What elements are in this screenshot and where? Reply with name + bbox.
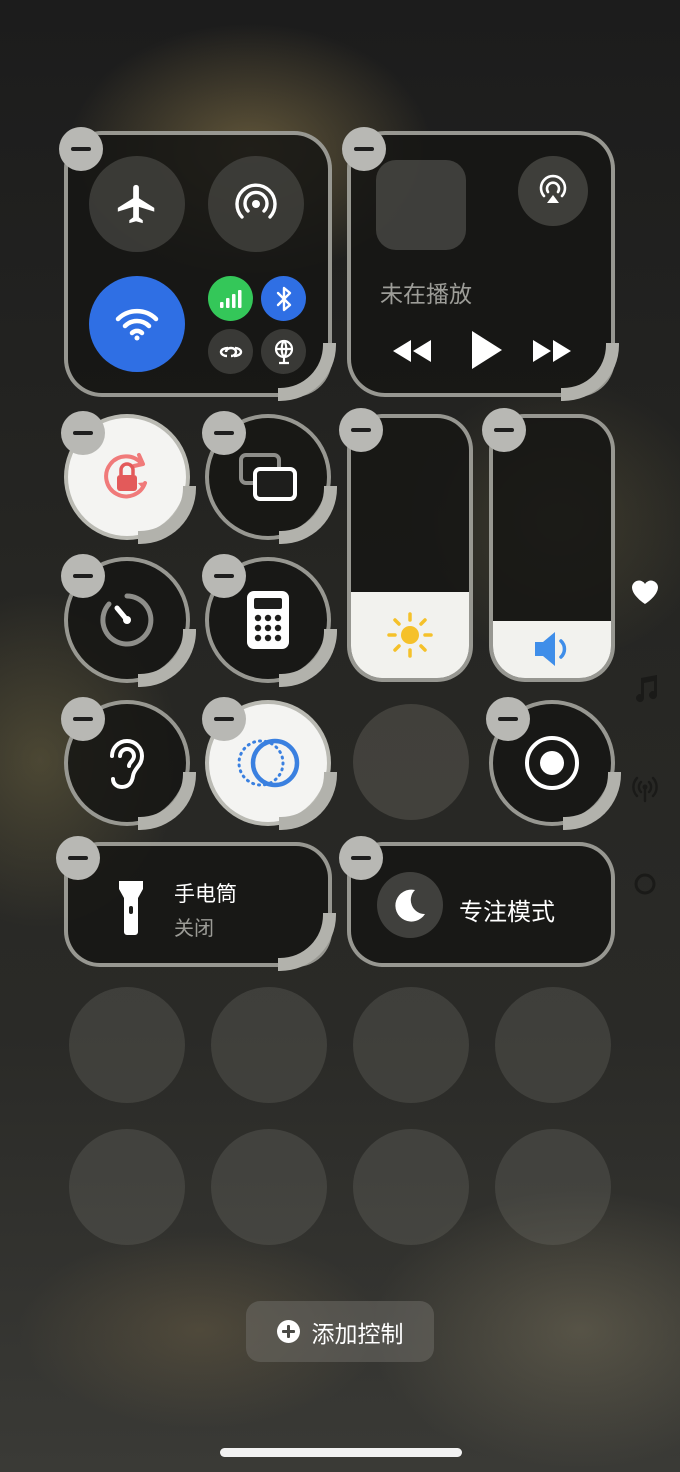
empty-control-slot[interactable] (353, 1129, 469, 1245)
music-note-icon (636, 675, 658, 703)
remove-timer-button[interactable] (61, 554, 105, 598)
remove-screen-mirroring-button[interactable] (202, 411, 246, 455)
page-music[interactable] (630, 674, 660, 704)
resize-handle[interactable] (561, 343, 619, 401)
flashlight-status: 关闭 (174, 916, 214, 940)
resize-handle[interactable] (279, 772, 337, 830)
circle-icon (634, 873, 656, 895)
brightness-slider[interactable] (347, 414, 473, 682)
page-favorites[interactable] (630, 576, 660, 606)
airplane-mode-button[interactable] (89, 156, 185, 252)
antenna-icon (632, 776, 658, 803)
remove-dark-mode-button[interactable] (202, 697, 246, 741)
cellular-data-button[interactable] (208, 276, 253, 321)
airplay-audio-icon (539, 174, 567, 203)
airdrop-button[interactable] (208, 156, 304, 252)
resize-handle[interactable] (279, 629, 337, 687)
now-playing-label: 未在播放 (380, 282, 472, 308)
resize-handle[interactable] (278, 913, 336, 971)
album-artwork (376, 160, 466, 250)
wifi-icon (115, 308, 159, 341)
remove-hearing-button[interactable] (61, 697, 105, 741)
cellular-signal-icon (219, 289, 241, 308)
add-control-label: 添加控制 (311, 1321, 404, 1348)
page-connectivity[interactable] (628, 773, 662, 803)
empty-control-slot[interactable] (69, 1129, 185, 1245)
airplane-icon (117, 184, 155, 224)
play-button[interactable] (468, 329, 504, 371)
resize-handle[interactable] (563, 772, 621, 830)
brightness-level-fill (351, 592, 469, 678)
wifi-button[interactable] (89, 276, 185, 372)
remove-volume-button[interactable] (482, 408, 526, 452)
remove-calculator-button[interactable] (202, 554, 246, 598)
remove-brightness-button[interactable] (339, 408, 383, 452)
focus-title: 专注模式 (459, 898, 555, 926)
flashlight-icon-wrap (116, 878, 146, 936)
resize-handle[interactable] (138, 772, 196, 830)
resize-handle[interactable] (278, 343, 336, 401)
rewind-button[interactable] (391, 335, 433, 367)
resize-handle[interactable] (138, 629, 196, 687)
rewind-icon (393, 340, 431, 362)
empty-control-slot[interactable] (69, 987, 185, 1103)
empty-control-slot[interactable] (211, 1129, 327, 1245)
plus-icon (276, 1320, 300, 1343)
volume-level-fill (493, 620, 611, 678)
resize-handle[interactable] (138, 486, 196, 544)
home-indicator[interactable] (220, 1448, 462, 1457)
empty-control-slot[interactable] (353, 704, 469, 820)
heart-icon (632, 580, 658, 604)
sun-icon (387, 612, 433, 658)
bluetooth-icon (276, 286, 291, 311)
remove-media-button[interactable] (342, 127, 386, 171)
empty-control-slot[interactable] (211, 987, 327, 1103)
add-control-button[interactable]: 添加控制 (246, 1301, 434, 1362)
remove-flashlight-button[interactable] (56, 836, 100, 880)
volume-slider[interactable] (489, 414, 615, 682)
remove-focus-button[interactable] (339, 836, 383, 880)
speaker-icon (535, 632, 567, 667)
bluetooth-button[interactable] (261, 276, 306, 321)
chain-link-icon (219, 346, 242, 357)
link-button[interactable] (208, 329, 253, 374)
empty-control-slot[interactable] (495, 987, 611, 1103)
moon-icon (395, 889, 425, 922)
play-icon (472, 331, 502, 369)
flashlight-icon (119, 881, 143, 935)
remove-screen-recording-button[interactable] (486, 697, 530, 741)
remove-connectivity-button[interactable] (59, 127, 103, 171)
moon-button (377, 872, 443, 938)
flashlight-title: 手电筒 (174, 882, 237, 906)
focus-mode-toggle[interactable]: 专注模式 (347, 842, 615, 967)
remove-rotation-lock-button[interactable] (61, 411, 105, 455)
airdrop-icon (235, 183, 277, 219)
empty-control-slot[interactable] (495, 1129, 611, 1245)
empty-control-slot[interactable] (353, 987, 469, 1103)
resize-handle[interactable] (279, 486, 337, 544)
airplay-button[interactable] (518, 156, 588, 226)
page-home[interactable] (630, 869, 660, 899)
